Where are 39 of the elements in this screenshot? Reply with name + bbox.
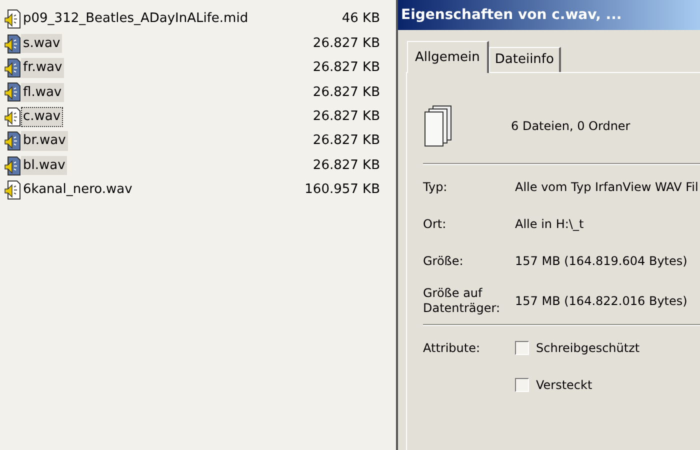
property-value: 157 MB (164.819.604 Bytes) — [515, 253, 688, 270]
audio-file-icon — [4, 82, 21, 102]
property-value: Alle vom Typ IrfanView WAV Fil — [515, 179, 700, 196]
file-size: 26.827 KB — [312, 34, 381, 53]
file-name[interactable]: c.wav — [21, 107, 63, 126]
file-size: 26.827 KB — [312, 84, 381, 102]
file-name[interactable]: s.wav — [21, 34, 62, 54]
file-name[interactable]: p09_312_Beatles_ADayInALife.mid — [21, 9, 250, 29]
property-value: 157 MB (164.822.016 Bytes) — [515, 292, 688, 310]
property-label: Größe: — [423, 252, 464, 270]
file-name[interactable]: bl.wav — [21, 156, 68, 176]
file-size: 160.957 KB — [304, 181, 381, 200]
checkbox[interactable]: Schreibgeschützt — [515, 330, 700, 366]
tab[interactable]: Dateiinfo — [488, 47, 561, 72]
checkbox[interactable]: Versteckt — [515, 366, 700, 404]
file-size: 26.827 KB — [312, 59, 381, 78]
file-size: 26.827 KB — [312, 108, 381, 126]
audio-file-icon — [4, 156, 21, 176]
file-size: 46 KB — [340, 10, 381, 28]
file-name[interactable]: fl.wav — [21, 82, 64, 102]
audio-file-icon — [4, 9, 21, 30]
property-label: Größe auf Datenträger: — [423, 284, 502, 316]
file-name[interactable]: fr.wav — [21, 58, 64, 78]
property-value: Alle in H:\_t — [515, 216, 585, 233]
property-label: Ort: — [423, 216, 448, 232]
file-size: 26.827 KB — [312, 156, 381, 175]
summary-text: 6 Dateien, 0 Ordner — [511, 118, 630, 134]
attributes-label: Attribute: — [423, 340, 482, 357]
file-name[interactable]: br.wav — [21, 131, 68, 151]
file-name[interactable]: 6kanal_nero.wav — [21, 180, 134, 200]
property-label: Typ: — [423, 178, 448, 196]
audio-file-icon — [4, 34, 21, 54]
window-title: Eigenschaften von c.wav, ... — [398, 0, 700, 30]
audio-file-icon — [4, 131, 21, 152]
file-size: 26.827 KB — [312, 132, 381, 150]
audio-file-icon — [4, 58, 21, 78]
audio-file-icon — [4, 106, 21, 127]
audio-file-icon — [4, 180, 21, 200]
tab[interactable]: Allgemein — [407, 41, 489, 72]
